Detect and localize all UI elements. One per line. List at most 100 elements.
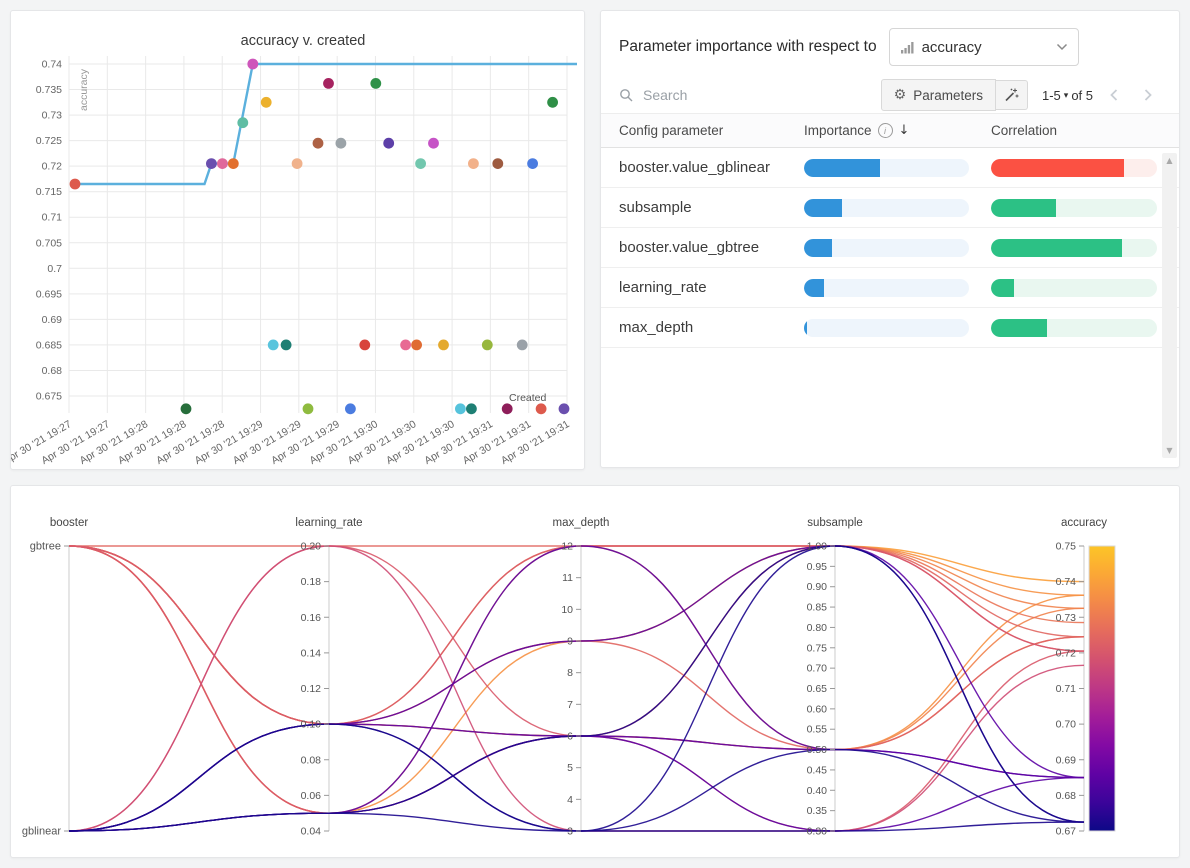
run-point[interactable]: [527, 158, 538, 169]
run-point[interactable]: [536, 403, 547, 414]
run-point[interactable]: [502, 403, 513, 414]
tick-label: 0.85: [807, 602, 828, 614]
prev-page-button[interactable]: [1101, 82, 1127, 108]
run-point[interactable]: [303, 403, 314, 414]
tick-label: 0.74: [1056, 576, 1077, 588]
scatter-chart[interactable]: accuracy v. created0.740.7350.730.7250.7…: [11, 11, 584, 467]
panel-title: Parameter importance with respect to: [619, 38, 877, 56]
run-point[interactable]: [345, 403, 356, 414]
run-point[interactable]: [517, 340, 528, 351]
parameters-button-group: ⚙ Parameters: [881, 79, 1028, 111]
run-line[interactable]: [69, 546, 1084, 813]
sort-desc-icon[interactable]: ↓: [899, 123, 910, 138]
y-tick-label: 0.685: [36, 339, 62, 351]
y-tick-label: 0.7: [47, 263, 62, 275]
run-line[interactable]: [69, 546, 1084, 831]
run-line[interactable]: [69, 546, 1084, 813]
run-point[interactable]: [336, 138, 347, 149]
col-importance: Importance i ↓: [804, 123, 991, 138]
config-parameter-row[interactable]: booster.value_gbtree: [601, 228, 1179, 268]
config-parameter-row[interactable]: learning_rate: [601, 268, 1179, 308]
tick-label: 0.95: [807, 561, 828, 573]
run-point[interactable]: [359, 340, 370, 351]
run-point[interactable]: [438, 340, 449, 351]
run-point[interactable]: [468, 158, 479, 169]
tick-label: 0.70: [807, 663, 828, 675]
run-point[interactable]: [228, 158, 239, 169]
axis-title-subsample: subsample: [807, 517, 863, 529]
run-point[interactable]: [547, 97, 558, 108]
run-point[interactable]: [268, 340, 279, 351]
metric-dropdown-value: accuracy: [922, 39, 1056, 56]
config-parameter-row[interactable]: max_depth: [601, 308, 1179, 348]
parallel-coordinates-chart[interactable]: boosterlearning_ratemax_depthsubsampleac…: [11, 486, 1179, 857]
tick-label: 0.08: [301, 754, 322, 766]
scroll-down-icon[interactable]: ▼: [1166, 443, 1172, 458]
run-point[interactable]: [492, 158, 503, 169]
caret-down-icon[interactable]: ▾: [1064, 91, 1069, 101]
metric-dropdown[interactable]: accuracy: [889, 28, 1079, 66]
run-line[interactable]: [69, 546, 1084, 813]
parameter-name: max_depth: [619, 319, 804, 336]
pagination-range[interactable]: 1-5: [1042, 88, 1061, 103]
run-line[interactable]: [69, 546, 1084, 813]
run-point[interactable]: [370, 78, 381, 89]
tick-label: 0.30: [807, 826, 828, 838]
search-input[interactable]: [641, 86, 765, 104]
tick-label: 0.90: [807, 581, 828, 593]
run-point[interactable]: [217, 158, 228, 169]
config-parameter-row[interactable]: subsample: [601, 188, 1179, 228]
y-tick-label: 0.73: [42, 110, 63, 122]
tick-label: 0.55: [807, 724, 828, 736]
run-point[interactable]: [482, 340, 493, 351]
run-point[interactable]: [261, 97, 272, 108]
y-tick-label: 0.705: [36, 237, 62, 249]
tick-label: 0.20: [301, 541, 322, 553]
run-point[interactable]: [559, 403, 570, 414]
tick-label: 0.10: [301, 719, 322, 731]
tick-label: 1.00: [807, 541, 828, 553]
run-point[interactable]: [237, 117, 248, 128]
run-point[interactable]: [455, 403, 466, 414]
tick-label: 0.18: [301, 576, 322, 588]
run-line[interactable]: [69, 546, 1084, 637]
run-point[interactable]: [411, 340, 422, 351]
run-point[interactable]: [466, 403, 477, 414]
run-point[interactable]: [181, 403, 192, 414]
run-point[interactable]: [313, 138, 324, 149]
run-line[interactable]: [69, 546, 1084, 831]
magic-wand-button[interactable]: [996, 80, 1028, 110]
tick-label: 0.80: [807, 622, 828, 634]
tick-label: 4: [567, 794, 573, 806]
run-point[interactable]: [247, 59, 258, 70]
search-box[interactable]: [619, 86, 881, 104]
parameters-button[interactable]: ⚙ Parameters: [881, 79, 996, 111]
run-point[interactable]: [323, 78, 334, 89]
table-scrollbar[interactable]: ▲ ▼: [1162, 153, 1177, 458]
parameter-name: booster.value_gbtree: [619, 239, 804, 256]
run-line[interactable]: [69, 546, 1084, 831]
next-page-button[interactable]: [1135, 82, 1161, 108]
run-point[interactable]: [292, 158, 303, 169]
correlation-bar: [991, 199, 1157, 217]
config-parameter-row[interactable]: booster.value_gblinear: [601, 148, 1179, 188]
x-axis-label: Created: [509, 392, 547, 404]
run-point[interactable]: [70, 179, 81, 190]
run-line[interactable]: [69, 546, 1084, 831]
run-point[interactable]: [415, 158, 426, 169]
parameter-name: learning_rate: [619, 279, 804, 296]
tick-label: 0.12: [301, 683, 322, 695]
tick-label: 0.72: [1056, 647, 1077, 659]
run-point[interactable]: [400, 340, 411, 351]
run-point[interactable]: [206, 158, 217, 169]
run-point[interactable]: [428, 138, 439, 149]
run-line[interactable]: [69, 546, 1084, 831]
run-point[interactable]: [281, 340, 292, 351]
run-line[interactable]: [69, 546, 1084, 831]
info-icon[interactable]: i: [878, 123, 893, 138]
run-point[interactable]: [383, 138, 394, 149]
tick-label: 0.73: [1056, 612, 1077, 624]
correlation-bar: [991, 279, 1157, 297]
scroll-up-icon[interactable]: ▲: [1166, 153, 1172, 168]
col-correlation: Correlation: [991, 123, 1179, 138]
